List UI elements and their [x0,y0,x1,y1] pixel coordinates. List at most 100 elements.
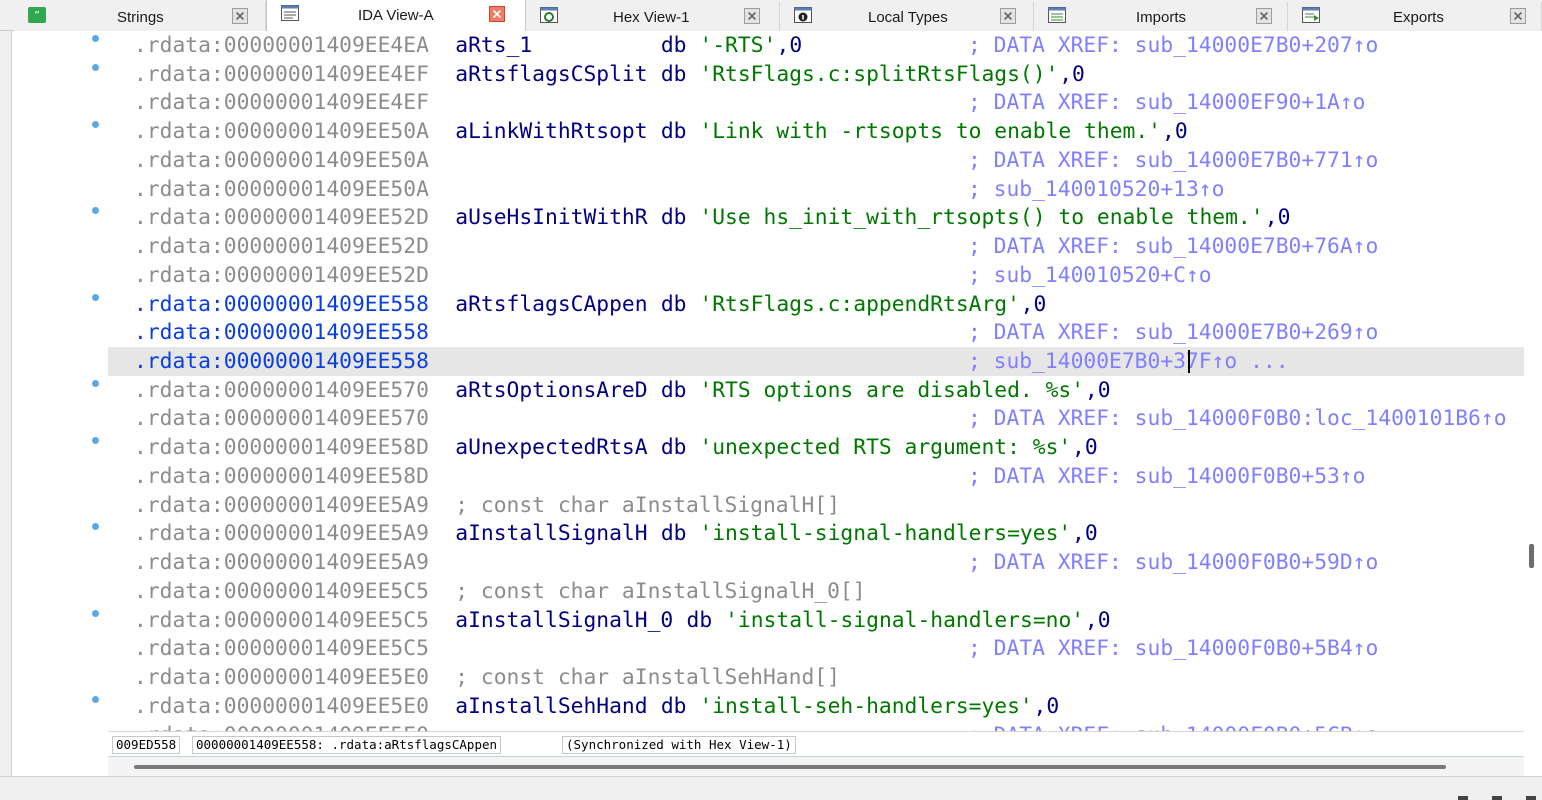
gutter-marker[interactable] [92,64,99,71]
gutter-marker[interactable] [92,380,99,387]
status-file-offset: 009ED558 [112,736,181,754]
tab-imports[interactable]: Imports [1034,2,1288,31]
svg-text:”: ” [34,9,40,22]
listing-line[interactable]: .rdata:00000001409EE5A9 aInstallSignalH db… [108,519,1524,548]
bottom-panel [0,776,1542,800]
line-address: .rdata:00000001409EE558 [134,292,429,317]
line-xref-comment: ; DATA XREF: sub_14000F0B0+5B4↑o [968,636,1379,661]
listing-line[interactable]: .rdata:00000001409EE570 aRtsOptionsAreD db… [108,376,1524,405]
listing-line[interactable]: .rdata:00000001409EE4EF aRtsflagsCSplit db… [108,60,1524,89]
listing-status-bar: 009ED558 00000001409EE558: .rdata:aRtsfl… [108,731,1524,756]
gutter-marker[interactable] [92,121,99,128]
line-string-literal: 'unexpected RTS argument: %s' [699,435,1072,460]
close-icon[interactable] [1256,8,1272,24]
gutter-marker[interactable] [92,207,99,214]
close-icon[interactable] [744,8,760,24]
tab-local-types[interactable]: Local Types [780,2,1034,31]
line-xref-comment: ; sub_14000E7B0+37F↑o ... [968,349,1289,374]
line-symbol-name: aLinkWithRtsopt [455,119,648,144]
line-address: .rdata:00000001409EE5E0 [134,665,429,690]
listing-gutter [0,31,108,776]
gutter-marker[interactable] [92,696,99,703]
tab-hex-view-1[interactable]: Hex View-1 [526,2,780,31]
tab-label: Hex View-1 [613,9,690,26]
line-address: .rdata:00000001409EE5C5 [134,579,429,604]
listing-line[interactable]: .rdata:00000001409EE5C5 ; const char aIns… [108,577,1524,606]
listing-line[interactable]: .rdata:00000001409EE58D ; DATA XREF: sub_… [108,462,1524,491]
line-address: .rdata:00000001409EE570 [134,378,429,403]
bottom-mark-1 [1458,796,1468,800]
tab-label: Imports [1136,9,1187,26]
listing-line[interactable]: .rdata:00000001409EE58D aUnexpectedRtsA db… [108,433,1524,462]
listing-line[interactable]: .rdata:00000001409EE52D ; sub_140010520+C… [108,261,1524,290]
close-icon[interactable] [1510,8,1526,24]
listing-line[interactable]: .rdata:00000001409EE558 ; DATA XREF: sub_… [108,318,1524,347]
line-terminator: ,0 [776,33,803,58]
line-symbol-name: aInstallSignalH [455,521,648,546]
close-icon[interactable] [232,8,248,24]
vertical-scrollbar[interactable] [1524,31,1542,776]
gutter-marker[interactable] [92,35,99,42]
listing-line[interactable]: .rdata:00000001409EE570 ; DATA XREF: sub_… [108,404,1524,433]
tab-exports[interactable]: Exports [1288,2,1542,31]
text-caret [1188,350,1191,373]
line-xref-comment: ; DATA XREF: sub_14000E7B0+771↑o [968,148,1379,173]
bottom-mark-2 [1492,796,1502,800]
imports-icon [1048,6,1066,24]
hex-view-icon [540,6,558,24]
line-symbol-name: aUnexpectedRtsA [455,435,648,460]
listing-line[interactable]: .rdata:00000001409EE558 ; sub_14000E7B0+3… [108,347,1524,376]
gutter-marker[interactable] [92,610,99,617]
line-address: .rdata:00000001409EE5E0 [134,721,429,731]
listing-line[interactable]: .rdata:00000001409EE5A9 ; const char aIns… [108,491,1524,520]
tab-strings[interactable]: ” Strings [14,2,266,31]
listing-line[interactable]: .rdata:00000001409EE52D ; DATA XREF: sub_… [108,232,1524,261]
horizontal-scrollbar[interactable] [108,756,1524,776]
tab-label: Exports [1393,9,1444,26]
vertical-scroll-thumb[interactable] [1529,544,1534,568]
line-string-literal: 'install-seh-handlers=yes' [699,694,1033,719]
line-address: .rdata:00000001409EE570 [134,406,429,431]
listing-line[interactable]: .rdata:00000001409EE5C5 aInstallSignalH_0… [108,606,1524,635]
listing-line[interactable]: .rdata:00000001409EE5E0 ; const char aIns… [108,663,1524,692]
strings-icon: ” [28,6,46,24]
listing-line[interactable]: .rdata:00000001409EE52D aUseHsInitWithR db… [108,203,1524,232]
gutter-marker[interactable] [92,294,99,301]
status-sync: (Synchronized with Hex View-1) [562,736,796,754]
line-directive: db [660,33,687,58]
gutter-marker[interactable] [92,523,99,530]
line-directive: db [660,205,687,230]
horizontal-scroll-thumb[interactable] [134,765,1446,769]
ida-view-icon [281,4,299,22]
line-address: .rdata:00000001409EE4EA [134,33,429,58]
line-declaration-comment: ; const char aInstallSignalH_0[] [455,579,866,604]
listing-line[interactable]: .rdata:00000001409EE4EF ; DATA XREF: sub_… [108,88,1524,117]
line-address: .rdata:00000001409EE4EF [134,62,429,87]
line-directive: db [660,292,687,317]
listing-line[interactable]: .rdata:00000001409EE5C5 ; DATA XREF: sub_… [108,634,1524,663]
tab-label: IDA View-A [358,7,434,24]
listing-line[interactable]: .rdata:00000001409EE50A aLinkWithRtsopt db… [108,117,1524,146]
listing-line[interactable]: .rdata:00000001409EE50A ; DATA XREF: sub_… [108,146,1524,175]
line-symbol-name: aRtsflagsCAppen [455,292,648,317]
local-types-icon [794,6,812,24]
line-string-literal: 'RtsFlags.c:splitRtsFlags()' [699,62,1059,87]
line-address: .rdata:00000001409EE52D [134,234,429,259]
close-icon[interactable] [489,6,505,22]
listing-line[interactable]: .rdata:00000001409EE558 aRtsflagsCAppen db… [108,290,1524,319]
line-xref-comment: ; DATA XREF: sub_14000EF90+1A↑o [968,90,1366,115]
listing-line[interactable]: .rdata:00000001409EE5E0 ; DATA XREF: sub_… [108,721,1524,731]
listing-line[interactable]: .rdata:00000001409EE5E0 aInstallSehHand db… [108,692,1524,721]
listing-line[interactable]: .rdata:00000001409EE4EA aRts_1 db '-RTS' ,0;… [108,31,1524,60]
line-directive: db [660,435,687,460]
line-string-literal: 'Link with -rtsopts to enable them.' [699,119,1161,144]
line-symbol-name: aInstallSignalH_0 [455,608,674,633]
disassembly-listing[interactable]: .rdata:00000001409EE4EA aRts_1 db '-RTS' ,0;… [108,31,1524,731]
line-address: .rdata:00000001409EE50A [134,119,429,144]
gutter-marker[interactable] [92,437,99,444]
tab-ida-view-a[interactable]: IDA View-A [266,0,526,31]
listing-line[interactable]: .rdata:00000001409EE50A ; sub_140010520+1… [108,175,1524,204]
bottom-mark-3 [1526,796,1536,800]
close-icon[interactable] [1000,8,1016,24]
listing-line[interactable]: .rdata:00000001409EE5A9 ; DATA XREF: sub_… [108,548,1524,577]
